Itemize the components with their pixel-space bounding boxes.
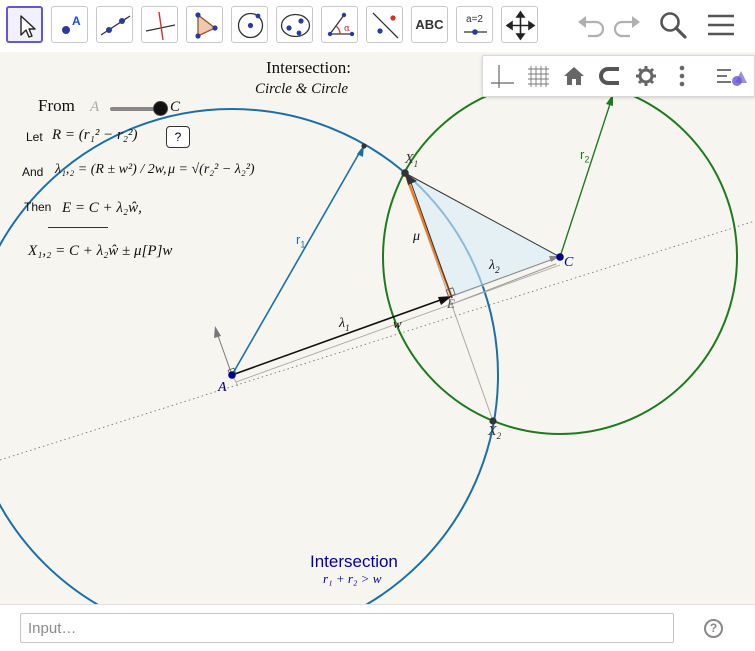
label-mu: μ — [413, 229, 421, 244]
redo-button[interactable] — [610, 8, 644, 42]
vector-a-e — [231, 297, 447, 376]
menu-icon — [708, 14, 734, 36]
formula-divider — [48, 227, 108, 228]
then-label: Then — [24, 200, 52, 214]
point-c — [556, 253, 564, 261]
perpendicular-at-a — [216, 332, 233, 376]
label-w: w — [393, 316, 402, 331]
polygon-tool-button[interactable] — [186, 6, 223, 43]
standard-view-button[interactable] — [559, 61, 589, 91]
home-icon — [564, 67, 584, 85]
from-label: From — [38, 96, 75, 115]
label-x1: X1 — [405, 152, 419, 169]
angle-icon: α — [327, 12, 355, 37]
label-e: E — [447, 296, 455, 311]
slider-icon — [464, 29, 487, 35]
axes-icon — [491, 65, 514, 88]
main-menu-button[interactable] — [704, 8, 738, 42]
angle-tool-label: α — [344, 24, 350, 34]
bottom-condition: r₁ + r₂ > w — [323, 571, 382, 586]
reflect-about-line-icon — [372, 12, 399, 39]
point-capturing-button[interactable] — [595, 61, 625, 91]
more-options-button[interactable] — [667, 61, 697, 91]
point-on-circle-a — [361, 143, 367, 149]
title-intersection: Intersection: — [266, 58, 351, 77]
and-label: And — [22, 165, 44, 179]
more-vertical-icon — [679, 65, 685, 87]
toggle-grid-button[interactable] — [523, 61, 553, 91]
formula-e: E = C + λ₂ŵ, — [62, 200, 142, 216]
label-r2: r2 — [580, 147, 590, 165]
reflect-tool-button[interactable] — [366, 6, 403, 43]
move-tool-button[interactable] — [6, 6, 43, 43]
slider-start-label: A — [90, 99, 100, 115]
graphics-settings-button[interactable] — [631, 61, 661, 91]
algebra-input-field[interactable] — [20, 613, 674, 643]
label-r1: r1 — [296, 232, 306, 250]
move-graphics-view-tool-button[interactable] — [501, 6, 538, 43]
magnet-icon — [599, 67, 619, 85]
arrow-head-perp — [214, 326, 221, 338]
gear-icon — [636, 66, 656, 86]
title-circle-circle: Circle & Circle — [255, 81, 349, 97]
toolbar: A α ABC a=2 — [0, 0, 755, 52]
slider-tool-button[interactable]: a=2 — [456, 6, 493, 43]
label-x2: X2 — [488, 424, 502, 441]
text-tool-button[interactable]: ABC — [411, 6, 448, 43]
line-through-points-icon — [100, 15, 131, 36]
grid-icon — [528, 66, 549, 87]
point-tool-label: A — [72, 14, 81, 28]
input-help-icon[interactable]: ? — [704, 619, 723, 638]
r1-vector — [231, 149, 362, 376]
undo-button[interactable] — [574, 8, 608, 42]
formula-lambda: λ₁,₂ = (R ± w²) / 2w, — [55, 162, 167, 177]
label-lambda1: λ1 — [339, 316, 350, 333]
formula-mu: μ = √(r₂² − λ₂²) — [168, 162, 255, 177]
slider-end-label: C — [170, 99, 181, 115]
text-tool-label: ABC — [415, 17, 444, 32]
bottom-title: Intersection — [310, 552, 398, 571]
point-x1 — [401, 169, 409, 177]
formula-r: R = (r₁² − r₂²) — [52, 127, 138, 143]
redo-icon — [613, 16, 640, 38]
move-arrows-icon — [505, 10, 536, 41]
line-tool-button[interactable] — [96, 6, 133, 43]
polygon-icon — [195, 12, 218, 39]
search-button[interactable] — [656, 8, 690, 42]
undo-icon — [578, 16, 605, 38]
let-label: Let — [26, 130, 43, 144]
input-bar: ? — [0, 604, 755, 651]
point-icon: A — [62, 14, 81, 34]
circle-center-point-tool-button[interactable] — [231, 6, 268, 43]
label-lambda2: λ2 — [489, 258, 500, 275]
slider-knob[interactable] — [153, 101, 168, 116]
perpendicular-line-icon — [145, 11, 176, 41]
point-tool-button[interactable]: A — [51, 6, 88, 43]
formula-x: X₁,₂ = C + λ₂ŵ ± μ[P]w — [28, 243, 173, 259]
perpendicular-line-tool-button[interactable] — [141, 6, 178, 43]
style-bar-toggle-icon — [717, 69, 747, 86]
graphics-style-bar — [482, 55, 755, 97]
ellipse-icon — [280, 13, 311, 38]
graphics-view[interactable]: Intersection: Circle & Circle From A C L… — [0, 52, 755, 604]
toggle-axes-button[interactable] — [487, 61, 517, 91]
point-a — [228, 371, 236, 379]
search-icon — [660, 12, 687, 39]
help-question-button[interactable]: ? — [166, 126, 190, 148]
label-a: A — [218, 380, 227, 395]
angle-tool-button[interactable]: α — [321, 6, 358, 43]
toggle-style-bar-button[interactable] — [713, 61, 747, 91]
ellipse-tool-button[interactable] — [276, 6, 313, 43]
r2-vector — [559, 100, 612, 258]
circle-icon — [237, 12, 264, 39]
label-c: C — [564, 255, 574, 270]
cursor-arrow-icon — [20, 15, 36, 38]
